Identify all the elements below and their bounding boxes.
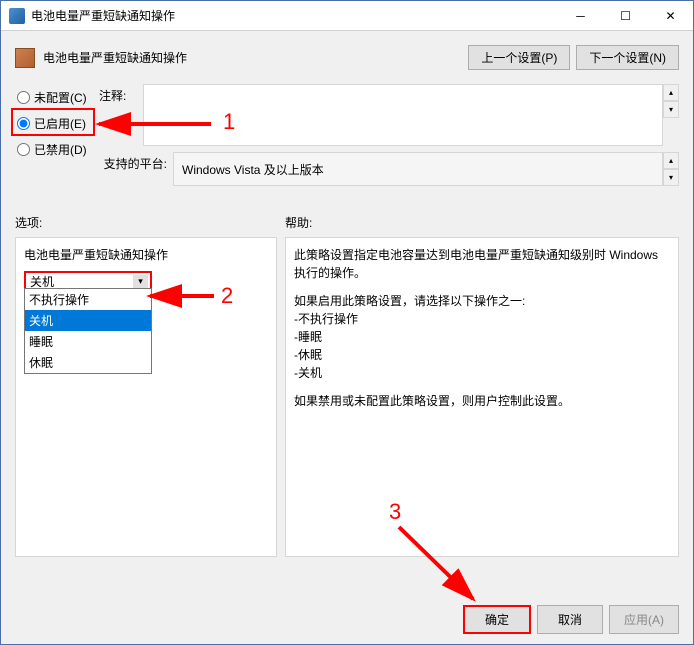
help-p1: 此策略设置指定电池容量达到电池电量严重短缺通知级别时 Windows 执行的操作… <box>294 246 670 282</box>
radio-enabled-label: 已启用(E) <box>34 115 86 132</box>
help-li2: -睡眠 <box>294 328 670 346</box>
platform-label: 支持的平台: <box>99 152 173 172</box>
platform-spin-up[interactable]: ▴ <box>663 152 679 169</box>
app-icon <box>9 8 25 24</box>
cancel-button[interactable]: 取消 <box>537 605 603 634</box>
comment-spin-up[interactable]: ▴ <box>663 84 679 101</box>
dialog-window: 电池电量严重短缺通知操作 ─ ☐ ✕ 电池电量严重短缺通知操作 上一个设置(P)… <box>0 0 694 645</box>
radio-disabled[interactable]: 已禁用(D) <box>15 136 99 162</box>
options-panel: 电池电量严重短缺通知操作 关机 ▾ 不执行操作 关机 睡眠 休眠 <box>15 237 277 557</box>
titlebar: 电池电量严重短缺通知操作 ─ ☐ ✕ <box>1 1 693 31</box>
maximize-button[interactable]: ☐ <box>603 1 648 30</box>
help-label: 帮助: <box>285 214 312 231</box>
help-p2: 如果启用此策略设置，请选择以下操作之一: <box>294 292 670 310</box>
chevron-down-icon[interactable]: ▾ <box>133 275 148 288</box>
comment-spin-down[interactable]: ▾ <box>663 101 679 118</box>
comment-textarea[interactable] <box>143 84 663 146</box>
window-title: 电池电量严重短缺通知操作 <box>31 7 558 24</box>
minimize-button[interactable]: ─ <box>558 1 603 30</box>
comment-label: 注释: <box>99 84 143 104</box>
option-hibernate[interactable]: 休眠 <box>25 352 151 373</box>
policy-icon <box>15 48 35 68</box>
radio-enabled-input[interactable] <box>17 117 30 130</box>
option-sleep[interactable]: 睡眠 <box>25 331 151 352</box>
platform-value: Windows Vista 及以上版本 <box>173 152 663 186</box>
radio-enabled[interactable]: 已启用(E) <box>15 110 99 136</box>
help-p3: 如果禁用或未配置此策略设置，则用户控制此设置。 <box>294 392 670 410</box>
help-li1: -不执行操作 <box>294 310 670 328</box>
action-dropdown: 不执行操作 关机 睡眠 休眠 <box>24 288 152 374</box>
apply-button[interactable]: 应用(A) <box>609 605 679 634</box>
help-li4: -关机 <box>294 364 670 382</box>
options-label: 选项: <box>15 214 285 231</box>
options-group-title: 电池电量严重短缺通知操作 <box>24 246 268 263</box>
close-button[interactable]: ✕ <box>648 1 693 30</box>
help-panel: 此策略设置指定电池容量达到电池电量严重短缺通知级别时 Windows 执行的操作… <box>285 237 679 557</box>
help-li3: -休眠 <box>294 346 670 364</box>
ok-button[interactable]: 确定 <box>463 605 531 634</box>
radio-not-configured-label: 未配置(C) <box>34 89 87 106</box>
prev-setting-button[interactable]: 上一个设置(P) <box>468 45 570 70</box>
policy-title: 电池电量严重短缺通知操作 <box>43 49 468 66</box>
radio-disabled-input[interactable] <box>17 143 30 156</box>
option-no-action[interactable]: 不执行操作 <box>25 289 151 310</box>
radio-not-configured[interactable]: 未配置(C) <box>15 84 99 110</box>
radio-not-configured-input[interactable] <box>17 91 30 104</box>
header-row: 电池电量严重短缺通知操作 上一个设置(P) 下一个设置(N) <box>1 31 693 76</box>
state-radio-group: 未配置(C) 已启用(E) 已禁用(D) <box>15 84 99 162</box>
radio-disabled-label: 已禁用(D) <box>34 141 87 158</box>
platform-spin-down[interactable]: ▾ <box>663 169 679 186</box>
option-shutdown[interactable]: 关机 <box>25 310 151 331</box>
next-setting-button[interactable]: 下一个设置(N) <box>576 45 679 70</box>
